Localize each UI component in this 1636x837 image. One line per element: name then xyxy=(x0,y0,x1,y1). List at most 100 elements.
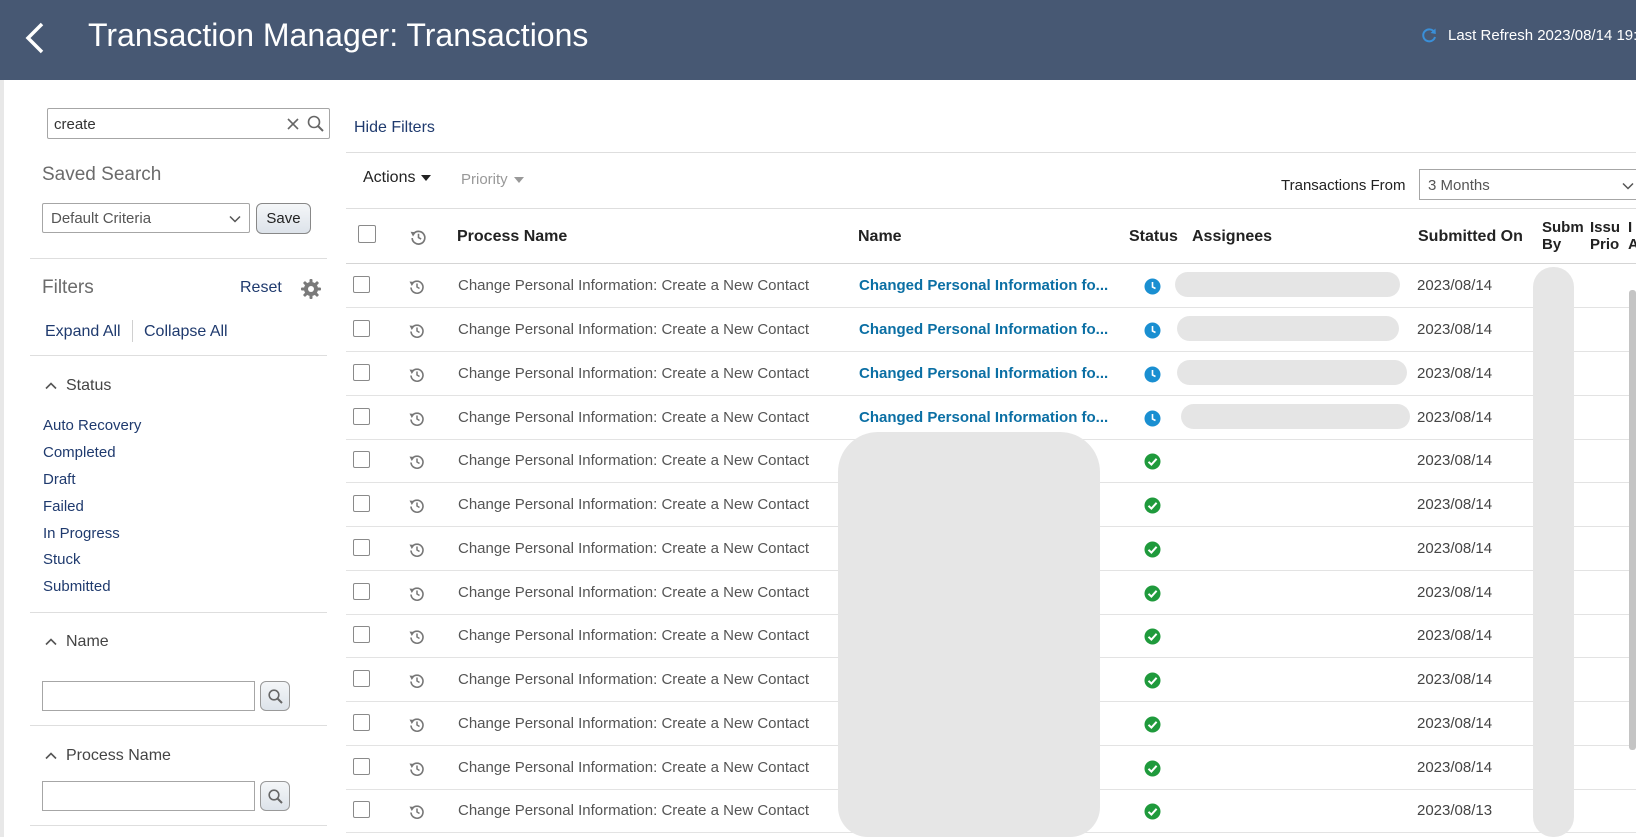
vertical-scrollbar[interactable] xyxy=(1629,290,1636,750)
row-checkbox[interactable] xyxy=(353,758,370,775)
column-submitted-by-line2: By xyxy=(1542,236,1562,253)
history-icon[interactable] xyxy=(408,366,426,384)
column-submitted-by[interactable]: Subm By xyxy=(1542,219,1586,253)
row-checkbox[interactable] xyxy=(353,539,370,556)
priority-label: Priority xyxy=(461,171,508,188)
search-icon xyxy=(268,789,283,804)
divider xyxy=(346,152,1636,153)
saved-search-select[interactable]: Default Criteria xyxy=(42,203,250,233)
history-icon[interactable] xyxy=(408,322,426,340)
redacted-assignee xyxy=(1177,316,1399,341)
table-row[interactable]: Change Personal Information: Create a Ne… xyxy=(346,264,1636,308)
name-section-toggle[interactable]: Name xyxy=(44,633,109,651)
chevron-up-icon xyxy=(45,638,57,646)
keyword-search-input[interactable] xyxy=(54,114,274,134)
back-chevron-icon[interactable] xyxy=(22,18,50,58)
table-row[interactable]: Change Personal Information: Create a Ne… xyxy=(346,308,1636,352)
filter-panel: Saved Search Default Criteria Save Filte… xyxy=(4,80,332,837)
submitted-on-cell: 2023/08/14 xyxy=(1417,540,1493,557)
reset-link[interactable]: Reset xyxy=(240,279,282,297)
history-icon[interactable] xyxy=(408,672,426,690)
process-name-section-label: Process Name xyxy=(66,747,171,764)
name-filter-input[interactable] xyxy=(42,681,255,711)
history-icon[interactable] xyxy=(409,228,428,247)
filters-label: Filters xyxy=(42,277,94,298)
history-icon[interactable] xyxy=(408,497,426,515)
status-filter-completed[interactable]: Completed xyxy=(43,444,116,461)
expand-all-link[interactable]: Expand All xyxy=(45,323,121,341)
history-icon[interactable] xyxy=(408,278,426,296)
row-checkbox[interactable] xyxy=(353,495,370,512)
caret-down-icon xyxy=(421,175,432,181)
column-issue-line1: Issu xyxy=(1590,219,1621,236)
submitted-on-cell: 2023/08/14 xyxy=(1417,496,1493,513)
column-extra[interactable]: I A xyxy=(1628,219,1636,253)
gear-icon[interactable] xyxy=(300,278,322,300)
row-checkbox[interactable] xyxy=(353,714,370,731)
history-icon[interactable] xyxy=(408,803,426,821)
submitted-on-cell: 2023/08/14 xyxy=(1417,409,1493,426)
select-all-checkbox[interactable] xyxy=(358,225,376,243)
collapse-all-link[interactable]: Collapse All xyxy=(144,323,228,341)
row-checkbox[interactable] xyxy=(353,408,370,425)
row-checkbox[interactable] xyxy=(353,670,370,687)
redacted-region xyxy=(1533,267,1574,837)
check-circle-icon xyxy=(1144,585,1161,602)
name-link[interactable]: Changed Personal Information fo... xyxy=(859,409,1109,426)
name-link[interactable]: Changed Personal Information fo... xyxy=(859,321,1109,338)
process-name-filter-search-button[interactable] xyxy=(260,781,290,811)
process-name-filter-input[interactable] xyxy=(42,781,255,811)
separator xyxy=(132,320,133,342)
keyword-search-box[interactable] xyxy=(47,108,330,139)
history-icon[interactable] xyxy=(408,541,426,559)
status-filter-auto-recovery[interactable]: Auto Recovery xyxy=(43,417,141,434)
status-filter-stuck[interactable]: Stuck xyxy=(43,551,81,568)
priority-menu[interactable]: Priority xyxy=(461,171,524,188)
history-icon[interactable] xyxy=(408,716,426,734)
column-process-name[interactable]: Process Name xyxy=(457,228,567,246)
process-name-cell: Change Personal Information: Create a Ne… xyxy=(458,321,810,338)
name-filter-search-button[interactable] xyxy=(260,681,290,711)
column-name[interactable]: Name xyxy=(858,228,902,246)
check-circle-icon xyxy=(1144,716,1161,733)
column-status[interactable]: Status xyxy=(1129,228,1178,246)
name-link[interactable]: Changed Personal Information fo... xyxy=(859,277,1109,294)
search-icon[interactable] xyxy=(306,114,326,134)
check-circle-icon xyxy=(1144,672,1161,689)
process-name-section-toggle[interactable]: Process Name xyxy=(44,747,171,765)
row-checkbox[interactable] xyxy=(353,451,370,468)
hide-filters-link[interactable]: Hide Filters xyxy=(354,119,435,137)
column-assignees[interactable]: Assignees xyxy=(1192,228,1272,246)
row-checkbox[interactable] xyxy=(353,364,370,381)
process-name-cell: Change Personal Information: Create a Ne… xyxy=(458,540,810,557)
chevron-down-icon xyxy=(1622,182,1634,190)
column-submitted-on[interactable]: Submitted On xyxy=(1418,228,1523,246)
status-filter-in-progress[interactable]: In Progress xyxy=(43,525,120,542)
save-button[interactable]: Save xyxy=(256,203,311,234)
status-filter-submitted[interactable]: Submitted xyxy=(43,578,111,595)
history-icon[interactable] xyxy=(408,410,426,428)
table-row[interactable]: Change Personal Information: Create a Ne… xyxy=(346,352,1636,396)
history-icon[interactable] xyxy=(408,628,426,646)
saved-search-label: Saved Search xyxy=(42,164,162,185)
row-checkbox[interactable] xyxy=(353,276,370,293)
history-icon[interactable] xyxy=(408,453,426,471)
close-icon[interactable] xyxy=(284,115,302,133)
status-filter-draft[interactable]: Draft xyxy=(43,471,76,488)
status-filter-failed[interactable]: Failed xyxy=(43,498,84,515)
status-section-toggle[interactable]: Status xyxy=(44,377,111,395)
check-circle-icon xyxy=(1144,760,1161,777)
history-icon[interactable] xyxy=(408,760,426,778)
check-circle-icon xyxy=(1144,803,1161,820)
row-checkbox[interactable] xyxy=(353,320,370,337)
column-issue-priority[interactable]: Issu Prio xyxy=(1590,219,1628,253)
history-icon[interactable] xyxy=(408,585,426,603)
submitted-on-cell: 2023/08/14 xyxy=(1417,321,1493,338)
row-checkbox[interactable] xyxy=(353,801,370,818)
transactions-from-select[interactable]: 3 Months xyxy=(1419,169,1636,200)
refresh-icon[interactable] xyxy=(1420,26,1438,44)
name-link[interactable]: Changed Personal Information fo... xyxy=(859,365,1109,382)
actions-menu[interactable]: Actions xyxy=(363,169,432,187)
row-checkbox[interactable] xyxy=(353,626,370,643)
row-checkbox[interactable] xyxy=(353,583,370,600)
